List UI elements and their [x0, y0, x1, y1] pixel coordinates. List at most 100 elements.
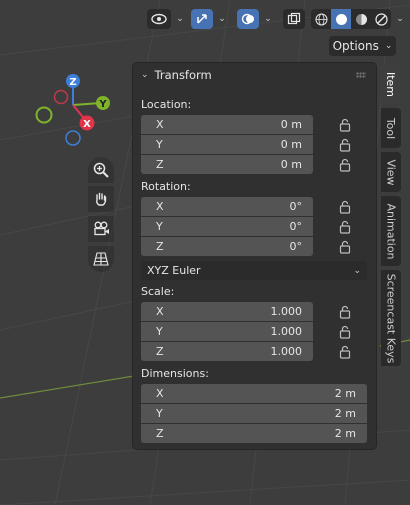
field-value: 1.000: [270, 305, 303, 318]
field-value: 0 m: [280, 138, 302, 151]
rotation-mode-select[interactable]: XYZ Euler ⌄: [141, 261, 367, 280]
options-label: Options: [332, 39, 379, 53]
scale-x-field[interactable]: X 1.000: [141, 302, 313, 321]
tab-label: Animation: [384, 202, 398, 260]
field-value: 0 m: [280, 158, 302, 171]
lock-icon[interactable]: [339, 118, 351, 132]
axis-label: Z: [156, 240, 164, 253]
material-sphere-icon: [355, 13, 367, 25]
zoom-tool-button[interactable]: [88, 157, 114, 183]
location-z-field[interactable]: Z 0 m: [141, 155, 313, 174]
scale-label: Scale:: [141, 285, 175, 298]
location-y-field[interactable]: Y 0 m: [141, 135, 313, 154]
lock-icon[interactable]: [339, 240, 351, 254]
tab-label: Screencast Keys: [384, 273, 398, 363]
eye-icon: [151, 13, 167, 25]
navigation-gizmo[interactable]: Z Y X: [30, 68, 120, 152]
axis-label: Z: [156, 427, 164, 440]
dimensions-y-field[interactable]: Y 2 m: [141, 404, 367, 423]
rotation-label: Rotation:: [141, 180, 191, 193]
camera-icon: [93, 221, 109, 236]
perspective-toggle-button[interactable]: [88, 246, 114, 272]
rendered-shading-button[interactable]: [371, 9, 391, 29]
lock-icon[interactable]: [339, 345, 351, 359]
magnifier-plus-icon: [93, 162, 109, 178]
neg-x-handle[interactable]: [53, 89, 69, 105]
axis-label: X: [156, 305, 164, 318]
viewport-header: ⌄ ⌄ ⌄ ⌄: [147, 8, 407, 30]
tab-view[interactable]: View: [381, 152, 401, 192]
chevron-down-icon: ⌄: [384, 41, 393, 51]
xray-toggle-button[interactable]: [283, 9, 305, 29]
lock-icon[interactable]: [339, 138, 351, 152]
pan-tool-button[interactable]: [88, 186, 114, 212]
material-shading-button[interactable]: [351, 9, 371, 29]
tab-screencast-keys[interactable]: Screencast Keys: [381, 270, 401, 366]
dimensions-label: Dimensions:: [141, 367, 209, 380]
transform-panel: ⌄ Transform Location: X 0 m Y 0 m Z 0 m Rot…: [133, 63, 376, 449]
overlays-icon: [241, 13, 254, 25]
xray-icon: [287, 12, 301, 25]
dimensions-x-field[interactable]: X 2 m: [141, 384, 367, 403]
chevron-down-icon[interactable]: ⌄: [393, 9, 407, 29]
axis-label: Z: [156, 345, 164, 358]
panel-title: Transform: [154, 68, 212, 82]
axis-label: Y: [156, 407, 163, 420]
rotation-z-field[interactable]: Z 0°: [141, 237, 313, 256]
field-value: 0°: [289, 240, 303, 253]
z-axis-label: Z: [69, 77, 76, 88]
chevron-down-icon[interactable]: ⌄: [215, 9, 229, 29]
tab-tool[interactable]: Tool: [381, 108, 401, 148]
chevron-down-icon: ⌄: [353, 265, 361, 276]
rotation-x-field[interactable]: X 0°: [141, 197, 313, 216]
panel-header[interactable]: ⌄ Transform: [133, 63, 376, 87]
chevron-down-icon[interactable]: ⌄: [261, 9, 275, 29]
tab-item[interactable]: Item: [381, 64, 401, 104]
x-axis-label: X: [83, 119, 91, 130]
lock-icon[interactable]: [339, 325, 351, 339]
field-value: 0°: [289, 200, 303, 213]
lock-icon[interactable]: [339, 305, 351, 319]
field-value: 0°: [289, 220, 303, 233]
solid-sphere-icon: [335, 13, 347, 25]
scale-z-field[interactable]: Z 1.000: [141, 342, 313, 361]
wireframe-shading-button[interactable]: [311, 9, 331, 29]
visibility-toggle[interactable]: [147, 9, 171, 29]
sidebar-tabs: Item Tool View Animation Screencast Keys: [381, 64, 401, 370]
chevron-down-icon[interactable]: ⌄: [173, 9, 187, 29]
location-x-field[interactable]: X 0 m: [141, 115, 313, 134]
location-label: Location:: [141, 98, 192, 111]
axis-label: Y: [156, 220, 163, 233]
options-dropdown[interactable]: Options ⌄: [329, 36, 396, 56]
grid-perspective-icon: [93, 252, 109, 266]
axis-label: Z: [156, 158, 164, 171]
hand-icon: [96, 192, 107, 206]
rotation-y-field[interactable]: Y 0°: [141, 217, 313, 236]
wireframe-sphere-icon: [315, 13, 327, 25]
tab-animation[interactable]: Animation: [381, 196, 401, 266]
field-value: 2 m: [334, 407, 356, 420]
axis-label: X: [156, 118, 164, 131]
lock-icon[interactable]: [339, 200, 351, 214]
axis-label: Y: [156, 325, 163, 338]
gizmo-arrows-icon: [197, 14, 207, 24]
overlays-toggle-button[interactable]: [237, 9, 259, 29]
lock-icon[interactable]: [339, 158, 351, 172]
lock-icon[interactable]: [339, 220, 351, 234]
solid-shading-button[interactable]: [331, 9, 351, 29]
neg-y-handle[interactable]: [35, 106, 53, 124]
axis-label: X: [156, 200, 164, 213]
camera-view-button[interactable]: [88, 216, 114, 242]
scale-y-field[interactable]: Y 1.000: [141, 322, 313, 341]
field-value: 2 m: [334, 387, 356, 400]
shading-mode-group: [311, 9, 391, 29]
neg-z-handle[interactable]: [65, 130, 81, 146]
axis-label: X: [156, 387, 164, 400]
rotation-mode-value: XYZ Euler: [147, 264, 201, 277]
dimensions-z-field[interactable]: Z 2 m: [141, 424, 367, 443]
tab-label: Tool: [384, 117, 398, 139]
field-value: 0 m: [280, 118, 302, 131]
gizmo-toggle-button[interactable]: [191, 9, 213, 29]
drag-grip-icon[interactable]: [356, 72, 366, 78]
field-value: 1.000: [270, 325, 303, 338]
